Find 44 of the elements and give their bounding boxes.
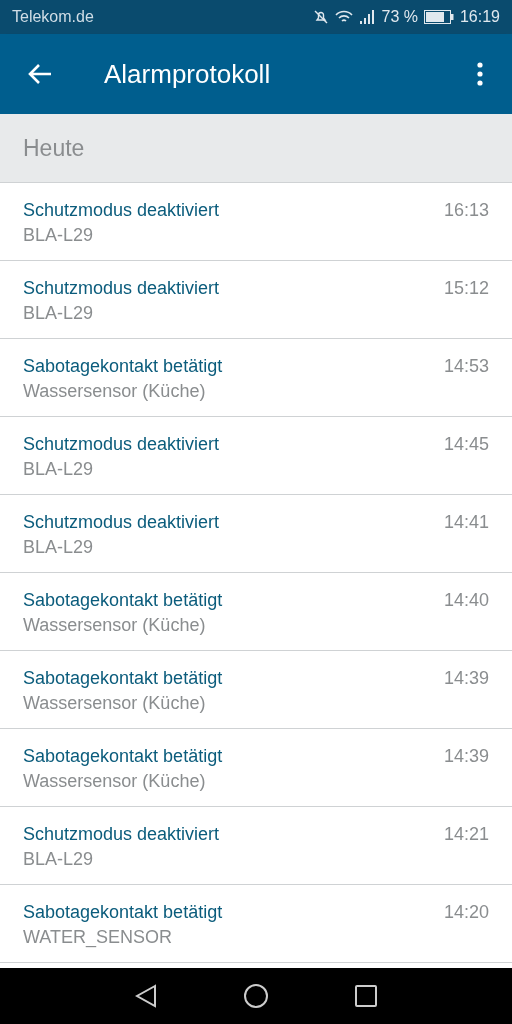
screen-title: Alarmprotokoll [104,57,271,91]
event-source: BLA-L29 [23,848,95,871]
event-source: BLA-L29 [23,458,95,481]
event-time: 14:45 [443,433,489,456]
event-source: BLA-L29 [23,224,95,247]
clock: 16:19 [459,7,500,27]
event-source: Wassersensor (Küche) [23,692,207,715]
event-time: 14:39 [443,667,489,690]
event-row[interactable]: Schutzmodus deaktiviert BLA-L29 14:41 [0,495,512,573]
event-source: Wassersensor (Küche) [23,770,207,793]
event-source: WATER_SENSOR [23,926,174,950]
event-title: Schutzmodus deaktiviert [23,433,220,456]
event-source: BLA-L29 [23,302,95,325]
event-title: Sabotagekontakt betätigt [23,589,223,612]
event-time: 14:39 [443,745,489,768]
event-row[interactable]: Schutzmodus deaktiviert BLA-L29 16:13 [0,183,512,261]
event-title: Schutzmodus deaktiviert [23,511,220,534]
event-time: 14:21 [443,823,489,846]
event-row[interactable]: Schutzmodus deaktiviert BLA-L29 14:21 [0,807,512,885]
event-title: Sabotagekontakt betätigt [23,745,223,768]
event-time: 14:41 [443,511,489,534]
carrier-name: Telekom.de [12,7,94,27]
event-title: Sabotagekontakt betätigt [23,667,223,690]
section-title: Heute [23,133,85,163]
event-row[interactable]: Schutzmodus deaktiviert BLA-L29 15:12 [0,261,512,339]
battery-percent: 73 % [381,7,418,27]
event-source: BLA-L29 [23,536,95,559]
event-row[interactable]: Sabotagekontakt betätigt Wassersensor (Küche) 14:53 [0,339,512,417]
event-row[interactable]: Sabotagekontakt betätigt Wassersensor (Küche) 14:39 [0,651,512,729]
event-time: 15:12 [443,277,489,300]
event-source: Wassersensor (Küche) [23,614,207,637]
event-row[interactable]: Sabotagekontakt betätigt Wassersensor (Küche) 14:40 [0,573,512,651]
event-row[interactable]: Schutzmodus deaktiviert BLA-L29 14:45 [0,417,512,495]
event-source: Wassersensor (Küche) [23,380,207,403]
event-time: 14:40 [443,589,489,612]
event-title: Schutzmodus deaktiviert [23,199,220,222]
event-time: 16:13 [443,199,489,222]
event-title: Sabotagekontakt betätigt [23,901,223,924]
event-row[interactable]: Sabotagekontakt betätigt Wassersensor (Küche) 14:39 [0,729,512,807]
event-title: Schutzmodus deaktiviert [23,277,220,300]
event-title: Schutzmodus deaktiviert [23,823,220,846]
event-time: 14:20 [443,901,489,924]
event-time: 14:53 [443,355,489,378]
event-title: Sabotagekontakt betätigt [23,355,223,378]
